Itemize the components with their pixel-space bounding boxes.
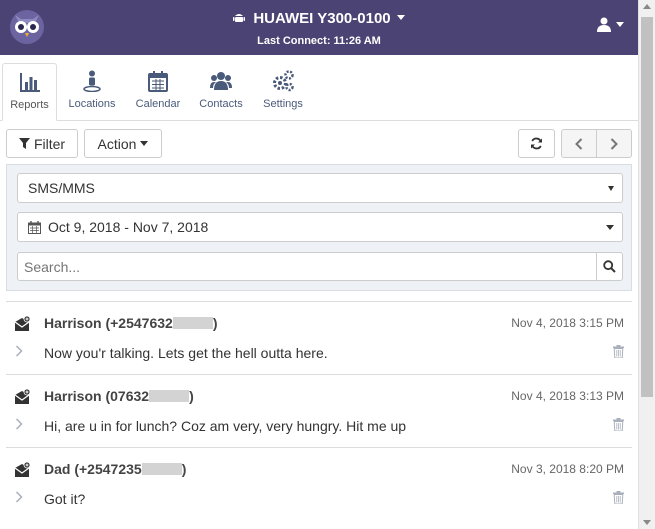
- gears-icon: [273, 70, 294, 92]
- chevron-left-icon: [575, 137, 583, 150]
- search-input[interactable]: [17, 252, 597, 281]
- next-button[interactable]: [596, 129, 632, 158]
- top-header: HUAWEI Y300-0100 Last Connect: 11:26 AM: [0, 0, 638, 55]
- message-row[interactable]: Dad (+2547235) Nov 3, 2018 8:20 PM Got i…: [6, 447, 632, 520]
- message-timestamp: Nov 4, 2018 3:13 PM: [511, 389, 624, 403]
- message-contact: Dad (+2547235): [44, 461, 187, 477]
- trash-icon[interactable]: [613, 491, 624, 504]
- tab-settings[interactable]: Settings: [256, 63, 310, 121]
- message-row[interactable]: Harrison (07632) Nov 4, 2018 3:13 PM Hi,…: [6, 374, 632, 447]
- message-text: Hi, are u in for lunch? Coz am very, ver…: [44, 418, 407, 434]
- user-icon: [597, 17, 611, 32]
- tab-label: Settings: [263, 98, 303, 110]
- chevron-down-icon: [616, 22, 624, 27]
- scrollbar-thumb[interactable]: [641, 17, 653, 397]
- message-text: Now you'r talking. Lets get the hell out…: [44, 345, 328, 361]
- trash-icon[interactable]: [613, 418, 624, 431]
- previous-button[interactable]: [561, 129, 597, 158]
- android-icon: [233, 14, 246, 22]
- filter-panel: SMS/MMS Oct 9, 2018 - Nov 7, 2018: [6, 164, 632, 291]
- search-group: [17, 252, 623, 281]
- scroll-up-arrow-icon[interactable]: [643, 4, 651, 9]
- person-pin-icon: [83, 70, 101, 92]
- tab-reports[interactable]: Reports: [2, 63, 57, 121]
- vertical-scrollbar[interactable]: [638, 0, 655, 529]
- refresh-icon: [531, 137, 542, 150]
- message-timestamp: Nov 4, 2018 3:15 PM: [511, 316, 624, 330]
- message-contact: Harrison (07632): [44, 388, 194, 404]
- date-range-value: Oct 9, 2018 - Nov 7, 2018: [48, 219, 209, 235]
- tab-label: Contacts: [199, 98, 243, 110]
- chevron-right-icon[interactable]: [15, 491, 23, 503]
- users-icon: [210, 72, 232, 90]
- message-contact: Harrison (+2547632): [44, 315, 218, 331]
- calendar-icon: [148, 71, 168, 92]
- user-menu[interactable]: [597, 17, 624, 32]
- funnel-icon: [18, 138, 30, 149]
- filter-toolbar: Filter Action: [0, 121, 638, 165]
- nav-tabs: Reports Locations Calendar Contacts Sett…: [0, 55, 638, 121]
- redacted-number: [172, 317, 213, 329]
- tab-label: Calendar: [135, 98, 181, 110]
- sms-envelope-icon: [14, 462, 30, 477]
- redacted-number: [141, 463, 182, 475]
- chevron-right-icon: [610, 137, 618, 150]
- chevron-down-icon: [140, 141, 149, 146]
- filter-label: Filter: [33, 135, 66, 152]
- tab-contacts[interactable]: Contacts: [193, 63, 249, 121]
- tab-locations[interactable]: Locations: [62, 63, 122, 121]
- message-timestamp: Nov 3, 2018 8:20 PM: [511, 462, 624, 476]
- date-range-picker[interactable]: Oct 9, 2018 - Nov 7, 2018: [17, 212, 623, 242]
- last-connect-status: Last Connect: 11:26 AM: [257, 35, 381, 47]
- sms-envelope-icon: [14, 316, 30, 331]
- sms-envelope-icon: [14, 389, 30, 404]
- message-text: Got it?: [44, 491, 86, 507]
- trash-icon[interactable]: [613, 345, 624, 358]
- redacted-number: [149, 390, 190, 402]
- message-row[interactable]: Harrison (+2547632) Nov 4, 2018 3:15 PM …: [6, 301, 632, 374]
- tab-label: Locations: [68, 98, 116, 110]
- scroll-down-arrow-icon[interactable]: [643, 520, 651, 525]
- device-selector[interactable]: HUAWEI Y300-0100: [0, 10, 638, 27]
- message-type-value: SMS/MMS: [28, 180, 95, 196]
- refresh-button[interactable]: [518, 129, 555, 158]
- search-icon: [603, 260, 616, 273]
- chevron-down-icon: [396, 15, 405, 20]
- tab-label: Reports: [10, 99, 49, 111]
- search-button[interactable]: [596, 252, 623, 281]
- chevron-right-icon[interactable]: [15, 418, 23, 430]
- filter-button[interactable]: Filter: [6, 129, 78, 158]
- chevron-right-icon[interactable]: [15, 345, 23, 357]
- device-name: HUAWEI Y300-0100: [253, 10, 391, 27]
- bar-chart-icon: [19, 73, 40, 92]
- calendar-icon: [28, 220, 41, 234]
- tab-calendar[interactable]: Calendar: [129, 63, 187, 121]
- chevron-down-icon: [608, 186, 614, 191]
- action-label: Action: [97, 135, 137, 152]
- chevron-down-icon: [606, 225, 614, 230]
- message-type-select[interactable]: SMS/MMS: [17, 173, 623, 203]
- action-button[interactable]: Action: [84, 129, 162, 158]
